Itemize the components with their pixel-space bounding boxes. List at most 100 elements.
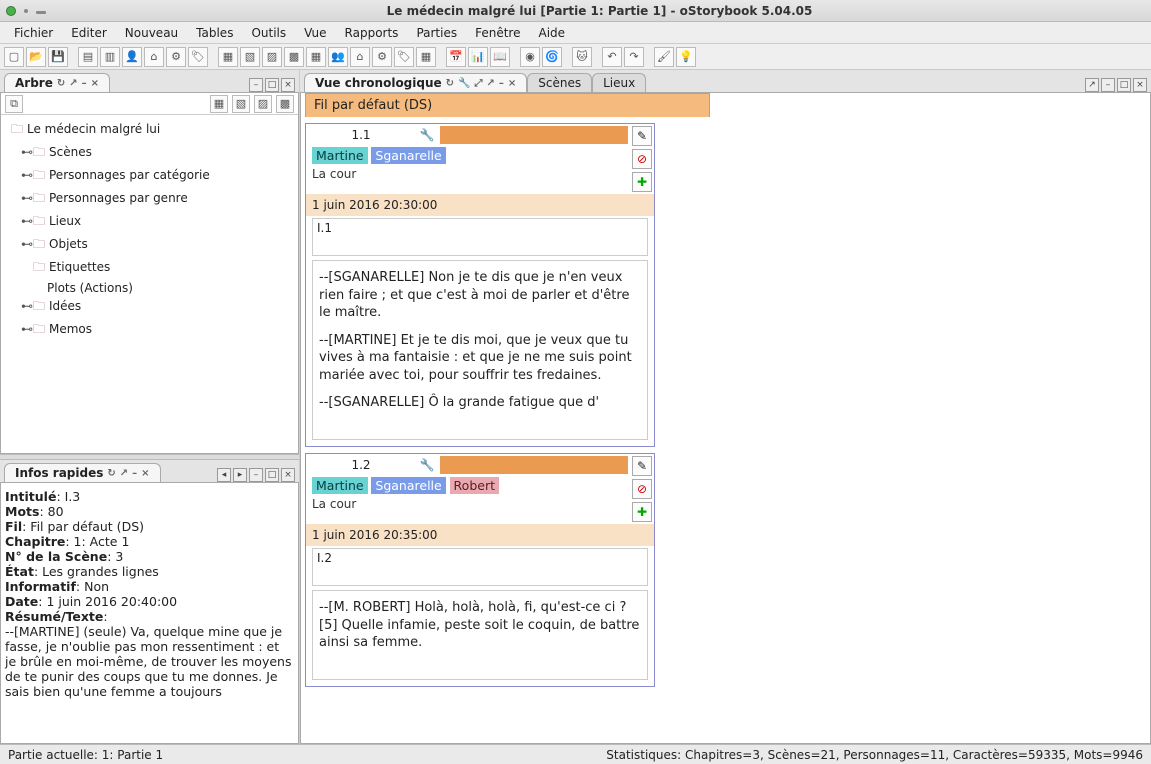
tree-node-objets[interactable]: ⊷🗀Objets — [7, 234, 292, 257]
panel-min[interactable]: – — [249, 468, 263, 482]
refresh-icon[interactable]: ↻ — [107, 468, 115, 479]
tbtn-grid5[interactable]: ▦ — [306, 47, 326, 67]
infos-content[interactable]: Intitulé: I.3 Mots: 80 Fil: Fil par défa… — [1, 483, 298, 743]
tbtn-cal[interactable]: 📅 — [446, 47, 466, 67]
tree-view4-icon[interactable]: ▩ — [276, 95, 294, 113]
tree-layout-icon[interactable]: ⧉ — [5, 95, 23, 113]
refresh-icon[interactable]: ↻ — [57, 78, 65, 89]
expand-icon[interactable]: ⊷ — [21, 168, 33, 182]
panel-min[interactable]: – — [249, 78, 263, 92]
character-tag[interactable]: Martine — [312, 477, 368, 494]
tab-chrono[interactable]: Vue chronologique ↻ 🔧 ⤢ ↗ – × — [304, 73, 527, 92]
tbtn-person2[interactable]: 👥 — [328, 47, 348, 67]
tbtn-save[interactable]: 💾 — [48, 47, 68, 67]
tbtn-cat[interactable]: 🐱 — [572, 47, 592, 67]
tbtn-loc2[interactable]: ⌂ — [350, 47, 370, 67]
tab-arbre[interactable]: Arbre ↻ ↗ – × — [4, 73, 110, 92]
tree-root[interactable]: 🗀Le médecin malgré lui — [7, 119, 292, 142]
tbtn-spiral[interactable]: 🌀 — [542, 47, 562, 67]
menu-tables[interactable]: Tables — [188, 24, 241, 42]
project-tree[interactable]: 🗀Le médecin malgré lui ⊷🗀Scènes ⊷🗀Person… — [1, 115, 298, 453]
tbtn-grid1[interactable]: ▦ — [218, 47, 238, 67]
chrono-body[interactable]: Fil par défaut (DS) 1.1 🔧 Martine Sganar… — [300, 92, 1151, 744]
menu-parties[interactable]: Parties — [408, 24, 465, 42]
minimize-icon[interactable]: – — [82, 78, 87, 89]
scene-slot[interactable]: I.2 — [312, 548, 648, 586]
panel-max[interactable]: □ — [265, 468, 279, 482]
tbtn-grid2[interactable]: ▧ — [240, 47, 260, 67]
tbtn-tag[interactable]: 🏷 — [188, 47, 208, 67]
tree-node-scenes[interactable]: ⊷🗀Scènes — [7, 142, 292, 165]
tbtn-chart[interactable]: 📊 — [468, 47, 488, 67]
tree-node-persocat[interactable]: ⊷🗀Personnages par catégorie — [7, 165, 292, 188]
expand-icon[interactable]: ⊷ — [21, 322, 33, 336]
expand-icon[interactable]: ⊷ — [21, 299, 33, 313]
minimize-icon[interactable]: – — [132, 468, 137, 479]
close-icon[interactable]: × — [91, 78, 99, 89]
menu-outils[interactable]: Outils — [243, 24, 294, 42]
tbtn-location[interactable]: ⌂ — [144, 47, 164, 67]
tbtn-open[interactable]: 📂 — [26, 47, 46, 67]
arrow-icon[interactable]: ↗ — [487, 78, 495, 89]
character-tag[interactable]: Sganarelle — [371, 147, 445, 164]
panel-close[interactable]: × — [281, 78, 295, 92]
tbtn-redo[interactable]: ↷ — [624, 47, 644, 67]
tab-lieux[interactable]: Lieux — [592, 73, 646, 92]
wrench-icon[interactable]: 🔧 — [458, 78, 470, 89]
panel-arrow[interactable]: ↗ — [1085, 78, 1099, 92]
tbtn-undo[interactable]: ↶ — [602, 47, 622, 67]
arrow-icon[interactable]: ↗ — [120, 468, 128, 479]
tree-node-lieux[interactable]: ⊷🗀Lieux — [7, 211, 292, 234]
tree-view3-icon[interactable]: ▨ — [254, 95, 272, 113]
character-tag[interactable]: Sganarelle — [371, 477, 445, 494]
character-tag[interactable]: Martine — [312, 147, 368, 164]
panel-max[interactable]: □ — [265, 78, 279, 92]
close-icon[interactable]: × — [141, 468, 149, 479]
tree-view2-icon[interactable]: ▧ — [232, 95, 250, 113]
tbtn-new[interactable]: ▢ — [4, 47, 24, 67]
expand-icon[interactable]: ⊷ — [21, 237, 33, 251]
menu-fenetre[interactable]: Fenêtre — [467, 24, 528, 42]
panel-close[interactable]: × — [1133, 78, 1147, 92]
window-control-icon[interactable] — [24, 9, 28, 13]
add-icon[interactable]: ✚ — [632, 502, 652, 522]
panel-min[interactable]: – — [1101, 78, 1115, 92]
scene-text[interactable]: --[M. ROBERT] Holà, holà, holà, fi, qu'e… — [312, 590, 648, 680]
menu-vue[interactable]: Vue — [296, 24, 334, 42]
tbtn-grid3[interactable]: ▨ — [262, 47, 282, 67]
expand-icon[interactable]: ⊷ — [21, 214, 33, 228]
scene-text[interactable]: --[SGANARELLE] Non je te dis que je n'en… — [312, 260, 648, 440]
tbtn-person[interactable]: 👤 — [122, 47, 142, 67]
tbtn-bulb[interactable]: 💡 — [676, 47, 696, 67]
tree-node-memos[interactable]: ⊷🗀Memos — [7, 319, 292, 342]
tbtn-book[interactable]: 📖 — [490, 47, 510, 67]
tree-node-etiquettes[interactable]: ⊷🗀Etiquettes — [7, 257, 292, 280]
expand-icon[interactable]: ⊷ — [21, 191, 33, 205]
panel-next[interactable]: ▸ — [233, 468, 247, 482]
forbidden-icon[interactable]: ⊘ — [632, 479, 652, 499]
tbtn-doc1[interactable]: ▤ — [78, 47, 98, 67]
panel-max[interactable]: □ — [1117, 78, 1131, 92]
refresh-icon[interactable]: ↻ — [446, 78, 454, 89]
menu-nouveau[interactable]: Nouveau — [117, 24, 186, 42]
edit-icon[interactable]: ✎ — [632, 126, 652, 146]
edit-icon[interactable]: ✎ — [632, 456, 652, 476]
panel-close[interactable]: × — [281, 468, 295, 482]
window-minimize-icon[interactable] — [36, 11, 46, 14]
tree-node-persogenre[interactable]: ⊷🗀Personnages par genre — [7, 188, 292, 211]
tbtn-tag2[interactable]: 🏷 — [394, 47, 414, 67]
wrench-icon[interactable]: 🔧 — [416, 128, 438, 142]
tree-node-plots[interactable]: ⊷Plots (Actions) — [7, 280, 292, 296]
tab-infos[interactable]: Infos rapides ↻ ↗ – × — [4, 463, 161, 482]
add-icon[interactable]: ✚ — [632, 172, 652, 192]
forbidden-icon[interactable]: ⊘ — [632, 149, 652, 169]
wrench-icon[interactable]: 🔧 — [416, 458, 438, 472]
tree-node-idees[interactable]: ⊷🗀Idées — [7, 296, 292, 319]
scene-slot[interactable]: I.1 — [312, 218, 648, 256]
tree-view1-icon[interactable]: ▦ — [210, 95, 228, 113]
menu-rapports[interactable]: Rapports — [337, 24, 407, 42]
tab-scenes[interactable]: Scènes — [527, 73, 592, 92]
tbtn-grid4[interactable]: ▩ — [284, 47, 304, 67]
expand-icon[interactable]: ⊷ — [21, 145, 33, 159]
close-icon[interactable]: × — [508, 78, 516, 89]
